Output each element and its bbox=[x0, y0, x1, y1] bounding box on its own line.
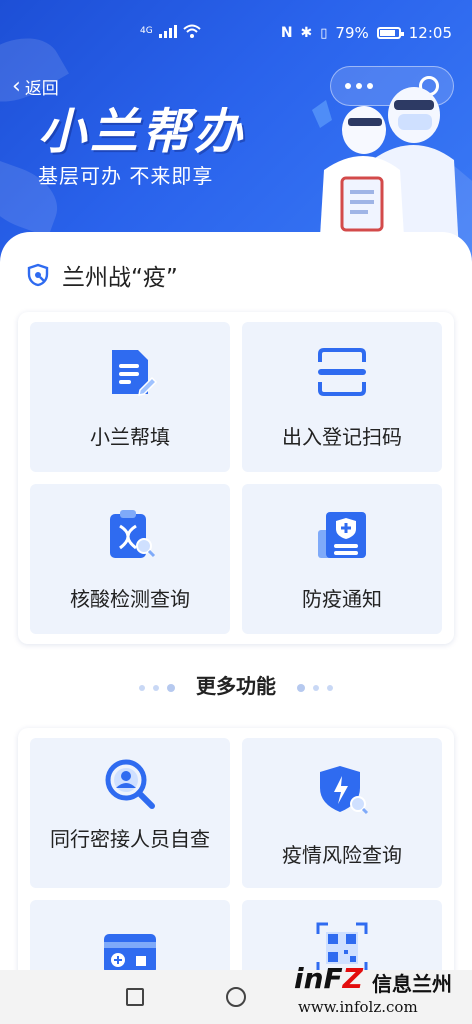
status-bar: 4G N ✱ ▯ 79% 12:05 bbox=[0, 0, 472, 70]
vibrate-icon: ▯ bbox=[320, 25, 328, 41]
watermark-url: www.infolz.com bbox=[298, 998, 418, 1016]
brand-title: 小兰帮办 bbox=[38, 104, 247, 160]
header-banner: 4G N ✱ ▯ 79% 12:05 ‹ 返回 小兰帮办 基层可办 不来即享 bbox=[0, 0, 472, 270]
clock: 12:05 bbox=[408, 24, 452, 42]
document-edit-icon bbox=[112, 350, 158, 396]
section-header: 兰州战“疫” bbox=[26, 258, 178, 292]
nfc-icon: N bbox=[280, 25, 293, 41]
recent-apps-button[interactable] bbox=[126, 988, 144, 1006]
tile-label: 小兰帮填 bbox=[90, 425, 170, 449]
tile-label: 防疫通知 bbox=[302, 587, 382, 611]
tile-risk-query[interactable]: 疫情风险查询 bbox=[242, 738, 442, 888]
more-features-divider: 更多功能 bbox=[0, 670, 472, 699]
more-title: 更多功能 bbox=[196, 674, 276, 698]
tile-label: 同行密接人员自查 bbox=[50, 827, 210, 851]
tile-label: 出入登记扫码 bbox=[282, 425, 402, 449]
tile-entry-scan[interactable]: 出入登记扫码 bbox=[242, 322, 442, 472]
more-features-panel: 同行密接人员自查 疫情风险查询 bbox=[18, 728, 454, 1024]
shield-lightning-icon bbox=[320, 766, 369, 815]
dna-clipboard-icon bbox=[110, 510, 156, 558]
signal-icon bbox=[158, 24, 177, 38]
home-button[interactable] bbox=[226, 987, 246, 1007]
chevron-left-icon: ‹ bbox=[12, 74, 21, 99]
network-type: 4G bbox=[140, 26, 153, 36]
wifi-icon bbox=[183, 24, 201, 38]
shield-icon bbox=[27, 263, 49, 287]
tile-close-contact-check[interactable]: 同行密接人员自查 bbox=[30, 738, 230, 888]
watermark-logo: inFZ bbox=[294, 962, 363, 995]
tile-label: 核酸检测查询 bbox=[70, 587, 190, 611]
person-search-icon bbox=[105, 759, 155, 809]
bluetooth-icon: ✱ bbox=[300, 25, 313, 41]
tile-xiaolan-fill[interactable]: 小兰帮填 bbox=[30, 322, 230, 472]
battery-percent: 79% bbox=[335, 24, 369, 42]
watermark-name: 信息兰州 bbox=[372, 972, 452, 996]
medical-notice-icon bbox=[318, 512, 366, 558]
tile-label: 疫情风险查询 bbox=[282, 843, 402, 867]
main-content: 兰州战“疫” 小兰帮填 出入登记扫码 核酸检测查询 防疫通知 更多功能 同行密接… bbox=[0, 232, 472, 1024]
watermark: inFZ 信息兰州 www.infolz.com bbox=[294, 962, 464, 1022]
anti-epidemic-panel: 小兰帮填 出入登记扫码 核酸检测查询 防疫通知 bbox=[18, 312, 454, 644]
tile-epidemic-notice[interactable]: 防疫通知 bbox=[242, 484, 442, 634]
slogan: 基层可办 不来即享 bbox=[38, 164, 214, 188]
scan-icon bbox=[318, 348, 366, 396]
battery-icon bbox=[376, 27, 404, 39]
tile-nucleic-test[interactable]: 核酸检测查询 bbox=[30, 484, 230, 634]
section-title: 兰州战“疫” bbox=[62, 265, 178, 291]
